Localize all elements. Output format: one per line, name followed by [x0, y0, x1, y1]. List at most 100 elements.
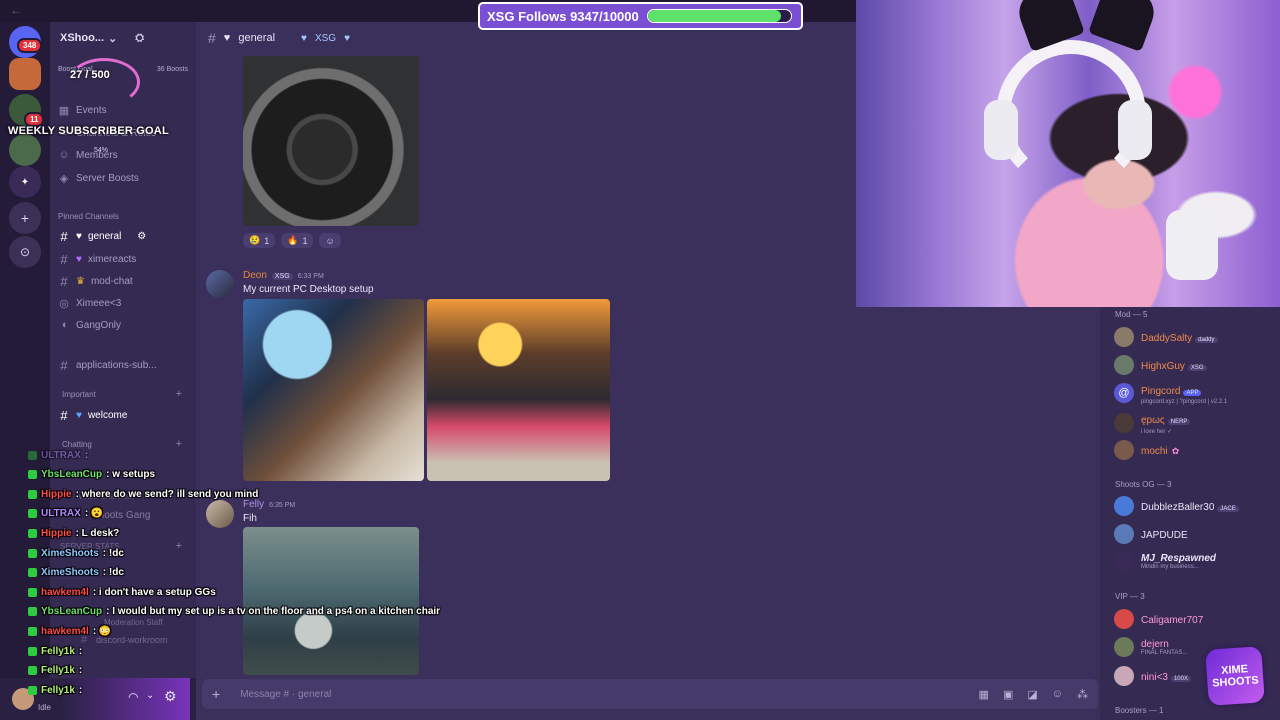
gift-icon[interactable]: ▦: [979, 688, 989, 701]
member-item[interactable]: HighxGuy XSG: [1114, 355, 1280, 375]
follow-goal-track: [646, 9, 792, 23]
channel-ximeee[interactable]: ◎ Ximeee<3: [58, 297, 121, 310]
reaction-cry[interactable]: 😢 1: [243, 233, 276, 248]
gear-icon[interactable]: ⚙: [164, 688, 177, 705]
avatar: [1114, 355, 1134, 375]
avatar: [1114, 551, 1134, 571]
hash-icon: #: [208, 30, 216, 46]
channel-applications[interactable]: # applications-sub...: [58, 358, 156, 373]
sticker-icon[interactable]: ◪: [1027, 688, 1037, 701]
add-channel-icon[interactable]: +: [176, 438, 182, 450]
member-name: mochi: [1141, 446, 1168, 457]
avatar: [1114, 496, 1134, 516]
chat-badge-icon: [28, 548, 37, 558]
avatar: [1114, 327, 1134, 347]
member-item[interactable]: mochi ✿: [1114, 440, 1280, 460]
member-name: Pingcord: [1141, 386, 1181, 397]
stream-chat-username: hawkem4l: [41, 586, 89, 598]
member-tag: NERP: [1167, 419, 1191, 425]
cat-ear-right: [1088, 0, 1160, 52]
reaction-count: 1: [264, 235, 270, 246]
channel-gangonly[interactable]: ◖ GangOnly: [58, 319, 121, 331]
message-author[interactable]: Deon: [243, 270, 267, 281]
member-item[interactable]: DaddySalty daddy: [1114, 327, 1280, 347]
chat-badge-icon: [28, 626, 37, 636]
member-item[interactable]: JAPDUDE: [1114, 524, 1280, 544]
headphones-icon[interactable]: ◠: [128, 690, 138, 704]
attachment-image-pc-setup-2[interactable]: [427, 299, 610, 481]
channel-mod-chat[interactable]: # ♛ mod-chat: [58, 274, 132, 289]
member-name: Caligamer707: [1141, 615, 1204, 626]
channel-ximereacts[interactable]: # ♥ ximereacts: [58, 252, 136, 267]
channel-general[interactable]: # ♥ general ⚙: [58, 229, 146, 244]
add-attachment-icon[interactable]: +: [212, 686, 220, 702]
avatar[interactable]: [206, 270, 234, 298]
stream-chat-text: : 😮: [84, 508, 104, 520]
sidebar-item-server-boosts[interactable]: ◈ Server Boosts: [58, 172, 139, 185]
member-item[interactable]: MJ_Respawned Mindin my business...: [1114, 551, 1280, 571]
member-category: Boosters — 1: [1115, 706, 1164, 715]
emoji-icon[interactable]: ☺: [1052, 688, 1063, 701]
stream-chat-username: YbsLeanCup: [41, 606, 103, 618]
member-name: JAPDUDE: [1141, 530, 1188, 541]
sidebar-item-members[interactable]: ☺ Members: [58, 149, 117, 161]
message-composer[interactable]: + Message # · general ▦ ▣ ◪ ☺ ⁂: [202, 679, 1098, 709]
member-name: ępως: [1141, 415, 1165, 426]
stream-chat-username: hawkem4l: [41, 625, 89, 637]
chat-badge-icon: [28, 607, 37, 617]
member-item[interactable]: Caligamer707: [1114, 609, 1280, 629]
chat-badge-icon: [28, 666, 37, 676]
goal-ring: [68, 58, 140, 106]
member-item[interactable]: @ Pingcord APP pingcord.xyz | ?pingcord | v…: [1114, 381, 1280, 405]
stream-chat-line: XimeShoots: !dc: [28, 545, 124, 561]
microphone-shape: [1166, 210, 1218, 280]
member-item[interactable]: DubblezBaller30 JACE: [1114, 496, 1280, 516]
stream-chat-text: : L desk?: [75, 527, 120, 539]
avatar: [1114, 412, 1134, 433]
add-reaction-button[interactable]: ☺: [319, 233, 341, 248]
attachment-image-pc-setup-1[interactable]: [243, 299, 424, 481]
message-input[interactable]: Message # · general: [240, 689, 331, 700]
stream-chat-line: Hippie: where do we send? ill send you m…: [28, 486, 258, 502]
members-icon: ☺: [58, 149, 70, 161]
apps-icon[interactable]: ⁂: [1077, 688, 1088, 701]
discover-icon[interactable]: ⊙: [9, 236, 41, 268]
sub-goal-title: WEEKLY SUBSCRIBER GOAL: [8, 125, 169, 137]
at-icon: @: [1114, 383, 1134, 403]
brand-logo: XIME SHOOTS: [1205, 646, 1265, 706]
member-status: Mindin my business...: [1141, 563, 1199, 570]
add-server-icon[interactable]: +: [9, 202, 41, 234]
sub-goal-count: 27 / 500: [70, 69, 110, 81]
member-status: pingcord.xyz | ?pingcord | v2.2.1: [1141, 399, 1228, 405]
hash-icon: #: [60, 408, 68, 423]
member-item[interactable]: ępως NERP i love her ✓: [1114, 410, 1280, 435]
add-channel-icon[interactable]: +: [176, 540, 182, 552]
member-name: DaddySalty: [1141, 333, 1193, 344]
chevron-down-icon[interactable]: ⌄: [146, 690, 154, 701]
stream-chat-username: Hippie: [41, 527, 72, 539]
stream-chat-line: Hippie: L desk?: [28, 525, 119, 541]
channel-label: welcome: [87, 410, 128, 421]
blue-heart-icon: ♥: [301, 32, 307, 44]
reaction-fire[interactable]: 🔥 1: [281, 233, 314, 248]
member-name: HighxGuy: [1141, 361, 1185, 372]
avatar[interactable]: [206, 500, 234, 528]
reactions-row: 😢 1 🔥 1 ☺: [243, 233, 341, 248]
mention-badge: 348: [17, 38, 43, 53]
stream-chat-username: XimeShoots: [41, 567, 99, 579]
attachment-image-steering-wheel[interactable]: [243, 56, 419, 226]
add-channel-icon[interactable]: +: [176, 388, 182, 400]
chat-badge-icon: [28, 509, 37, 519]
attachment-image-fish[interactable]: [243, 527, 419, 675]
category-important[interactable]: Important: [62, 390, 96, 399]
back-arrow-icon[interactable]: ←: [10, 3, 22, 17]
gif-icon[interactable]: ▣: [1003, 688, 1013, 701]
invite-icon[interactable]: ⛭: [135, 32, 144, 45]
server-icon-purple[interactable]: ✦: [9, 166, 41, 198]
settings-icon[interactable]: ⚙: [137, 231, 146, 242]
member-tag: JACE: [1217, 506, 1239, 512]
guild-header[interactable]: XShoo... ⌄ ⛭: [50, 22, 196, 54]
heart-icon: ♥: [223, 32, 231, 44]
stream-chat-text: : I would but my set up is a tv on the f…: [106, 606, 441, 618]
channel-welcome[interactable]: # ♥ welcome: [58, 408, 127, 423]
